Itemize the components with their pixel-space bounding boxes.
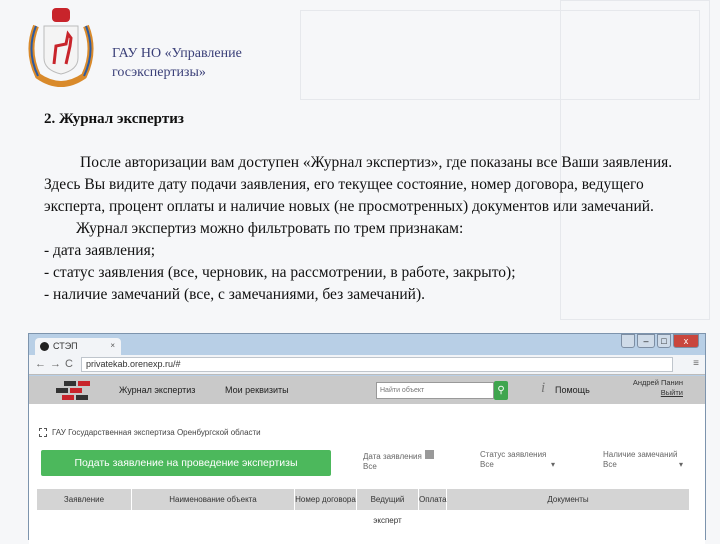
close-tab-icon[interactable]: × [110,341,115,350]
filter-label: Статус заявления [480,450,547,459]
user-name: Андрей Панин [632,378,683,387]
column-header[interactable]: Заявление [37,489,132,510]
browser-screenshot: СТЭП × – □ x ←→C privatekab.orenexp.ru/# … [28,333,706,544]
org-line-1: ГАУ НО «Управление [112,46,242,61]
nav-requisites[interactable]: Мои реквизиты [225,385,289,395]
tab-title: СТЭП [53,341,78,351]
search-input[interactable]: Найти объект [376,382,494,399]
column-header[interactable]: Оплата [419,489,447,510]
url-field[interactable]: privatekab.orenexp.ru/# [81,357,673,372]
favicon-icon [40,342,49,351]
company-checkbox[interactable] [39,428,47,438]
section-body: После авторизации вам доступен «Журнал э… [44,152,706,306]
browser-tab[interactable]: СТЭП × [35,338,121,355]
maximize-button[interactable]: □ [657,334,671,348]
nav-journal[interactable]: Журнал экспертиз [119,385,195,395]
search-icon: ⚲ [497,385,505,396]
column-header[interactable]: Номер договора [295,489,357,510]
paragraph-2: Журнал экспертиз можно фильтровать по тр… [76,220,464,237]
chevron-down-icon: ▾ [550,460,555,469]
filter-remarks[interactable]: Наличие замечаний Все ▾ [603,450,683,470]
company-row: ГАУ Государственная экспертиза Оренбургс… [39,428,261,438]
list-item: - дата заявления; [44,242,156,259]
company-name: ГАУ Государственная экспертиза Оренбургс… [52,428,261,437]
paragraph-1: После авторизации вам доступен «Журнал э… [44,154,673,215]
help-link[interactable]: Помощь [555,385,590,395]
app-content: ГАУ Государственная экспертиза Оренбургс… [29,404,705,544]
org-line-2: госэкспертизы» [112,65,206,80]
minimize-button[interactable]: – [637,334,655,348]
section-heading: 2. Журнал экспертиз [44,111,184,127]
app-logo [56,381,90,400]
list-item: - статус заявления (все, черновик, на ра… [44,264,516,281]
user-icon[interactable] [621,334,635,348]
coat-of-arms-logo [28,8,94,87]
column-header[interactable]: Ведущий эксперт [357,489,419,525]
list-item: - наличие замечаний (все, с замечаниями,… [44,286,426,303]
info-icon[interactable]: i [541,380,545,397]
window-controls: – □ x [621,334,699,348]
filter-date[interactable]: Дата заявления Все [363,450,434,472]
submit-application-button[interactable]: Подать заявление на проведение экспертиз… [41,450,331,476]
filter-value: Все [480,460,494,469]
app-header: Журнал экспертиз Мои реквизиты Найти объ… [29,376,705,404]
filter-value: Все [603,460,617,469]
logout-link[interactable]: Выйти [633,388,683,398]
chevron-down-icon: ▾ [678,460,683,469]
filter-status[interactable]: Статус заявления Все ▾ [480,450,555,470]
organization-name: ГАУ НО «Управление госэкспертизы» [112,44,242,82]
nav-buttons[interactable]: ←→C [35,358,77,370]
address-bar-row: ←→C privatekab.orenexp.ru/# ≡ [29,355,705,375]
column-header[interactable]: Наименование объекта [132,489,295,510]
user-block: Андрей Панин Выйти [633,378,683,398]
filter-label: Дата заявления [363,452,422,461]
filter-label: Наличие замечаний [603,450,678,459]
column-header[interactable]: Документы [447,489,689,510]
close-window-button[interactable]: x [673,334,699,348]
search-button[interactable]: ⚲ [494,381,508,400]
menu-icon[interactable]: ≡ [693,358,699,369]
filter-value: Все [363,462,377,471]
calendar-icon[interactable] [424,450,434,459]
table-header: Заявление Наименование объекта Номер дог… [37,489,689,525]
